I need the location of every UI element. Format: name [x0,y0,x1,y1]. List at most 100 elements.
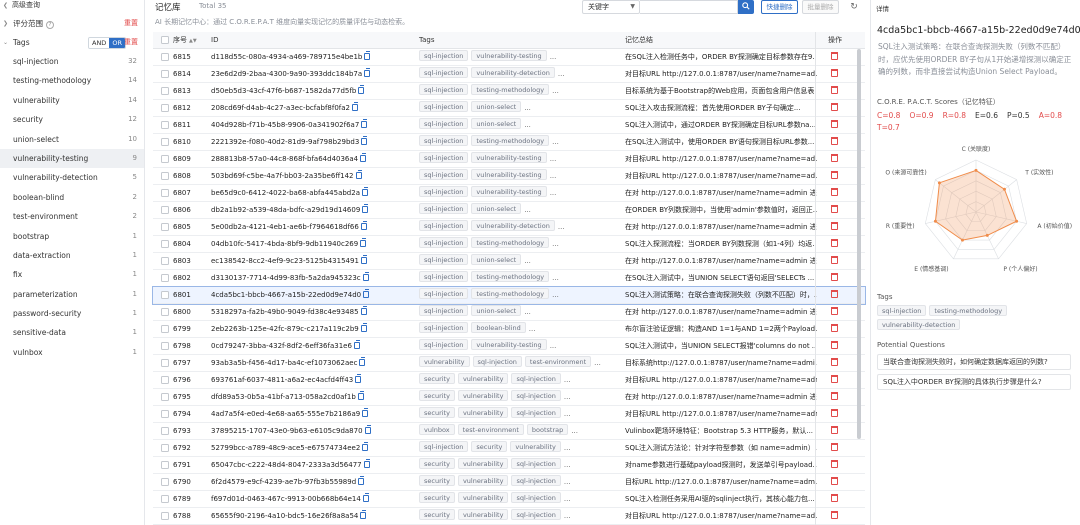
row-delete[interactable] [831,355,838,372]
table-row[interactable]: 6808 503bd69f-c5be-4a7f-bb03-2a35be6ff142… [153,168,865,185]
more-tags-icon[interactable]: ... [564,478,571,486]
more-tags-icon[interactable]: ... [524,257,531,265]
row-checkbox[interactable] [161,291,169,299]
table-row[interactable]: 6791 65047cbc-c222-48d4-8047-2333a3d56477… [153,457,865,474]
row-checkbox[interactable] [161,478,169,486]
sidebar-tag-item[interactable]: password-security 1 [0,304,144,323]
row-checkbox[interactable] [161,172,169,180]
row-delete[interactable] [831,474,838,491]
more-tags-icon[interactable]: ... [564,376,571,384]
copy-icon[interactable] [360,153,367,162]
copy-icon[interactable] [361,136,368,145]
copy-icon[interactable] [364,51,371,60]
row-delete[interactable] [831,270,838,287]
copy-icon[interactable] [362,493,369,502]
row-delete[interactable] [831,202,838,219]
more-tags-icon[interactable]: ... [558,223,565,231]
sidebar-tag-item[interactable]: vulnerability 14 [0,91,144,110]
refresh-icon[interactable]: ↻ [847,0,861,14]
copy-icon[interactable] [361,119,368,128]
copy-icon[interactable] [364,425,371,434]
tags-reset-button[interactable]: 重置 [124,33,138,52]
more-tags-icon[interactable]: ... [564,410,571,418]
row-delete[interactable] [831,491,838,508]
copy-icon[interactable] [357,391,364,400]
more-tags-icon[interactable]: ... [564,461,571,469]
table-row[interactable]: 6814 23e6d2d9-2baa-4300-9a90-393ddc184b7a… [153,66,865,83]
batch-delete-button[interactable]: 批量删除 [802,0,839,14]
row-checkbox[interactable] [161,87,169,95]
table-row[interactable]: 6807 be65d9c0-6412-4022-ba68-abfa445abd2a… [153,185,865,202]
select-all-checkbox[interactable] [161,36,169,44]
row-delete[interactable] [831,372,838,389]
row-delete[interactable] [831,100,838,117]
table-row[interactable]: 6812 208cd69f-d4ab-4c27-a3ec-bcfabf8f0fa2… [153,100,865,117]
or-option[interactable]: OR [109,38,125,48]
row-checkbox[interactable] [161,104,169,112]
more-tags-icon[interactable]: ... [524,206,531,214]
table-row[interactable]: 6804 04db10fc-5417-4bda-8bf9-9db11940c269… [153,236,865,253]
more-tags-icon[interactable]: ... [552,240,559,248]
row-delete[interactable] [831,83,838,100]
row-checkbox[interactable] [161,189,169,197]
row-delete[interactable] [831,338,838,355]
sidebar-tag-item[interactable]: fix 1 [0,265,144,284]
row-checkbox[interactable] [161,325,169,333]
row-delete[interactable] [831,219,838,236]
more-tags-icon[interactable]: ... [524,104,531,112]
row-checkbox[interactable] [161,461,169,469]
copy-icon[interactable] [358,476,365,485]
search-input[interactable] [640,0,738,14]
copy-icon[interactable] [360,510,367,519]
table-row[interactable]: 6798 0cd79247-3bba-432f-8df2-6eff36fa31e6… [153,338,865,355]
row-delete[interactable] [831,321,838,338]
more-tags-icon[interactable]: ... [552,138,559,146]
table-row[interactable]: 6811 404d928b-f71b-45b8-9906-0a341902f6a7… [153,117,865,134]
copy-icon[interactable] [363,289,370,298]
more-tags-icon[interactable]: ... [524,308,531,316]
row-checkbox[interactable] [161,393,169,401]
row-checkbox[interactable] [161,512,169,520]
chevron-down-icon[interactable]: ⌄ [3,33,8,52]
table-row[interactable]: 6810 2221392e-f080-40d2-81d9-9af798b29bd3… [153,134,865,151]
table-row[interactable]: 6800 5318297a-fa2b-49b0-9049-fd38c4e93485… [153,304,865,321]
row-checkbox[interactable] [161,240,169,248]
sidebar-tag-item[interactable]: vulnbox 1 [0,343,144,362]
table-row[interactable]: 6795 dfd89a53-0b5a-41bf-a713-058a2cd0af1b… [153,389,865,406]
more-tags-icon[interactable]: ... [550,172,557,180]
copy-icon[interactable] [362,408,369,417]
table-row[interactable]: 6799 2eb2263b-125e-42fc-879c-c217a119c2b9… [153,321,865,338]
help-icon[interactable]: ? [46,21,54,29]
row-checkbox[interactable] [161,206,169,214]
table-row[interactable]: 6815 d118d55c-080a-4934-a469-789715e4be1b… [153,49,865,66]
sidebar-tag-item[interactable]: union-select 10 [0,130,144,149]
copy-icon[interactable] [352,102,359,111]
more-tags-icon[interactable]: ... [550,189,557,197]
row-checkbox[interactable] [161,70,169,78]
table-row[interactable]: 6789 f697d01d-0463-467c-9913-00b668b64e14… [153,491,865,508]
row-delete[interactable] [831,423,838,440]
sidebar-tag-item[interactable]: bootstrap 1 [0,227,144,246]
copy-icon[interactable] [355,170,362,179]
row-checkbox[interactable] [161,495,169,503]
more-tags-icon[interactable]: ... [564,512,571,520]
copy-icon[interactable] [360,306,367,315]
table-row[interactable]: 6805 5e00db2a-4121-4eb1-ae6b-f7964618df66… [153,219,865,236]
row-checkbox[interactable] [161,223,169,231]
row-checkbox[interactable] [161,427,169,435]
row-delete[interactable] [831,49,838,66]
row-delete[interactable] [831,389,838,406]
row-delete[interactable] [831,457,838,474]
search-field-select[interactable]: 关键字 ▼ [582,0,640,14]
copy-icon[interactable] [355,374,362,383]
row-delete[interactable] [831,168,838,185]
table-row[interactable]: 6801 4cda5bc1-bbcb-4667-a15b-22ed0d9e74d0… [152,286,866,305]
score-range-section[interactable]: ❯ 评分范围? 重置 [0,14,144,33]
more-tags-icon[interactable]: ... [558,70,565,78]
row-delete[interactable] [831,134,838,151]
score-reset-button[interactable]: 重置 [124,14,138,33]
row-checkbox[interactable] [161,376,169,384]
row-delete[interactable] [831,253,838,270]
copy-icon[interactable] [360,323,367,332]
row-checkbox[interactable] [161,257,169,265]
